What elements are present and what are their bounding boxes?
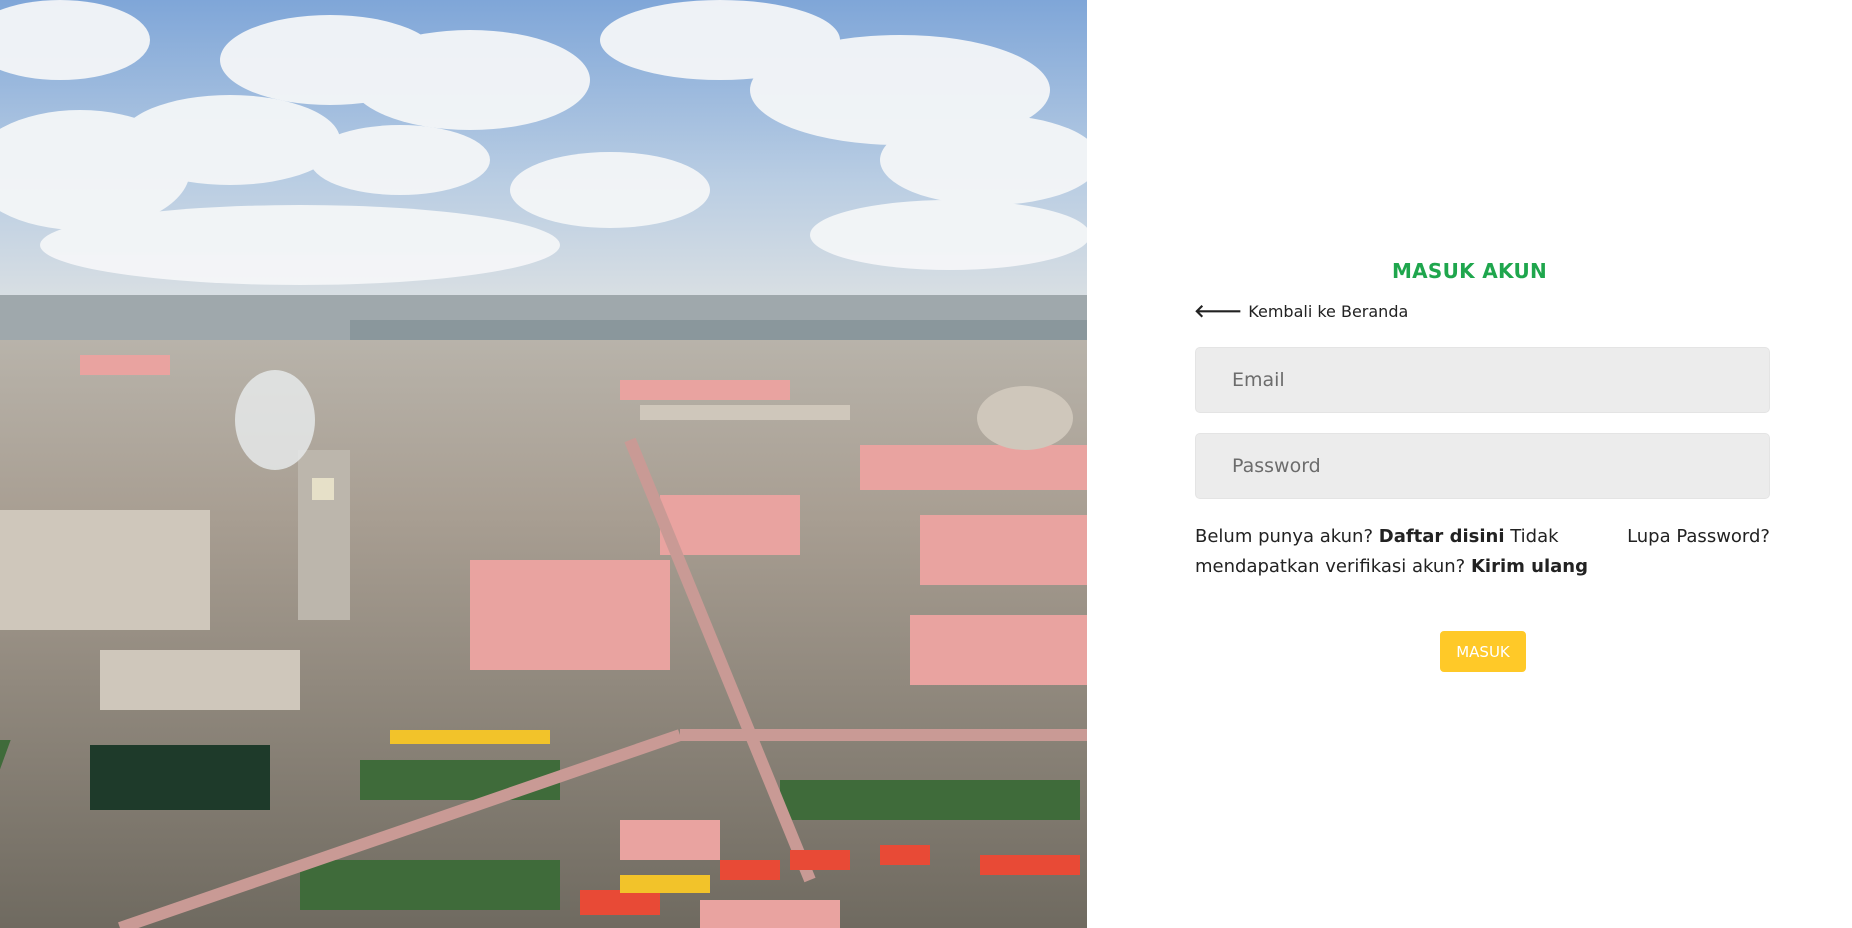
back-to-home-label: Kembali ke Beranda	[1248, 302, 1409, 321]
account-links: Belum punya akun? Daftar disini Tidak me…	[1195, 522, 1770, 582]
hero-image	[0, 0, 1087, 928]
password-field[interactable]	[1195, 433, 1770, 499]
email-field[interactable]	[1195, 347, 1770, 413]
login-panel: MASUK AKUN 🡐 Kembali ke Beranda Belum pu…	[1087, 0, 1852, 928]
login-button[interactable]: MASUK	[1440, 631, 1526, 672]
industrial-aerial-photo	[0, 0, 1087, 928]
register-link[interactable]: Daftar disini	[1379, 526, 1505, 547]
back-to-home-link[interactable]: 🡐 Kembali ke Beranda	[1194, 302, 1408, 321]
forgot-password-link[interactable]: Lupa Password?	[1627, 522, 1770, 552]
account-help-text: Belum punya akun? Daftar disini Tidak me…	[1195, 522, 1595, 582]
arrow-left-icon: 🡐	[1194, 300, 1243, 322]
resend-verification-link[interactable]: Kirim ulang	[1471, 556, 1588, 577]
page-title: MASUK AKUN	[1391, 259, 1548, 283]
no-account-text: Belum punya akun?	[1195, 526, 1374, 547]
